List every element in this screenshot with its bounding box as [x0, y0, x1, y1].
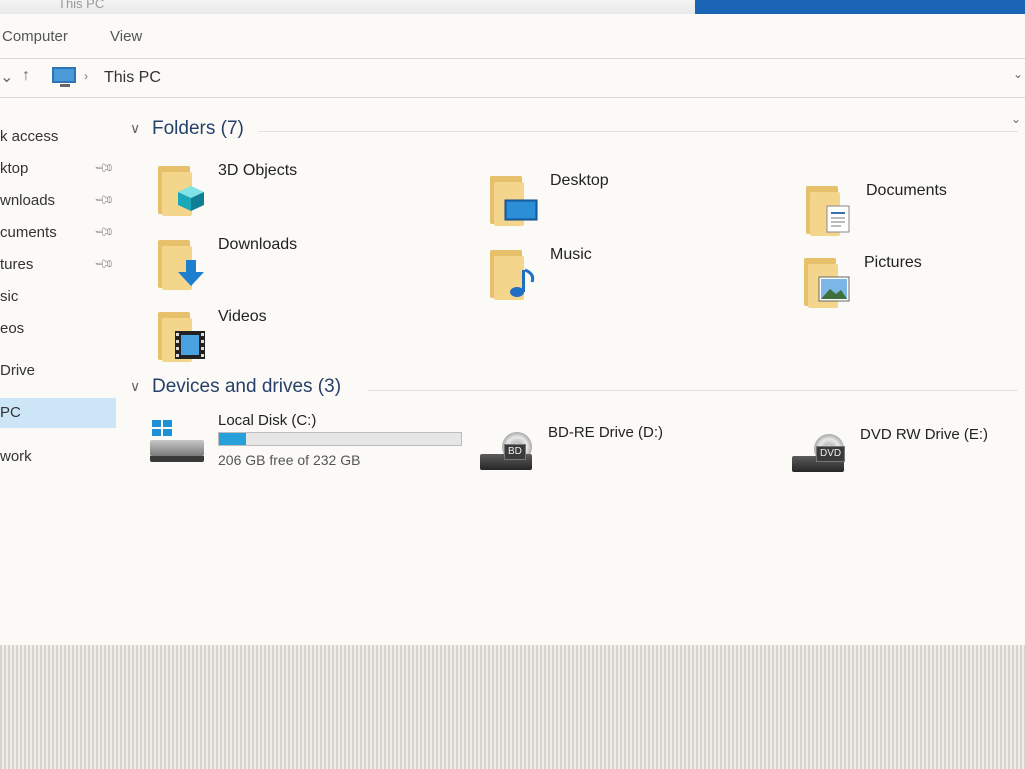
chevron-down-icon[interactable]: ∨	[130, 378, 140, 395]
folder-name: Desktop	[550, 172, 609, 189]
this-pc-icon	[52, 67, 76, 87]
folder-icon	[804, 254, 856, 310]
sidebar-item-music[interactable]: sic	[0, 282, 116, 312]
navigation-pane: k access ktop 📌︎ wnloads 📌︎ cuments 📌︎ t…	[0, 96, 118, 645]
drive-type-tag: BD	[504, 444, 526, 460]
download-arrow-icon	[178, 260, 204, 286]
sidebar-item-label: cuments	[0, 224, 57, 241]
folder-downloads[interactable]: Downloads	[158, 232, 418, 296]
folder-icon	[490, 172, 542, 228]
pin-icon: 📌︎	[93, 252, 116, 275]
folder-name: Pictures	[864, 254, 922, 271]
chevron-down-icon[interactable]: ∨	[130, 120, 140, 137]
ribbon: Computer View	[0, 22, 1025, 56]
sidebar-item-downloads[interactable]: wnloads 📌︎	[0, 186, 116, 216]
music-note-icon	[510, 268, 535, 297]
sidebar-item-this-pc[interactable]: PC	[0, 398, 116, 428]
windows-logo-icon	[152, 420, 174, 438]
drive-local-disk-c[interactable]: Local Disk (C:) 206 GB free of 232 GB	[150, 412, 480, 474]
drives-section-title: Devices and drives (3)	[152, 376, 342, 397]
sidebar-item-documents[interactable]: cuments 📌︎	[0, 218, 116, 248]
up-arrow-icon[interactable]: ↑	[22, 67, 30, 85]
sidebar-item-label: sic	[0, 288, 19, 305]
tab-computer[interactable]: Computer	[2, 28, 68, 45]
monitor-bezel	[0, 645, 1025, 769]
folder-icon	[158, 308, 210, 364]
sidebar-item-label: work	[0, 448, 32, 465]
bd-drive-icon: BD	[480, 432, 538, 476]
folder-name: Videos	[218, 308, 267, 325]
sidebar-item-label: tures	[0, 256, 34, 273]
document-icon	[826, 205, 850, 233]
drive-name: BD-RE Drive (D:)	[548, 424, 663, 441]
folder-name: Documents	[866, 182, 947, 199]
folder-pictures[interactable]: Pictures	[804, 250, 1025, 314]
sidebar-item-network[interactable]: work	[0, 442, 116, 472]
pin-icon: 📌︎	[93, 188, 116, 211]
address-bar: ⌄ ↑ › This PC ⌄	[0, 58, 1025, 98]
drive-type-tag: DVD	[816, 446, 846, 462]
folders-section-title: Folders (7)	[152, 118, 244, 139]
pin-icon: 📌︎	[93, 156, 116, 179]
folder-videos[interactable]: Videos	[158, 304, 418, 368]
sidebar-item-label: wnloads	[0, 192, 56, 209]
sidebar-item-pictures[interactable]: tures 📌︎	[0, 250, 116, 280]
folder-icon	[806, 182, 858, 238]
sidebar-item-onedrive[interactable]: Drive	[0, 356, 116, 386]
drive-name: DVD RW Drive (E:)	[860, 426, 989, 443]
dvd-drive-icon: DVD	[792, 434, 850, 478]
tab-view[interactable]: View	[110, 28, 142, 45]
picture-icon	[818, 276, 850, 302]
sidebar-item-label: eos	[0, 320, 25, 337]
folder-icon	[158, 236, 210, 292]
address-dropdown-icon[interactable]: ⌄	[1013, 67, 1023, 81]
window-title: This PC	[58, 0, 105, 11]
scroll-down-icon[interactable]: ⌄	[1011, 112, 1021, 126]
folder-icon	[158, 162, 210, 218]
cube-icon	[178, 186, 204, 211]
monitor-icon	[504, 199, 538, 221]
sidebar-item-videos[interactable]: eos	[0, 314, 116, 344]
hard-disk-icon	[150, 420, 208, 464]
section-divider	[258, 131, 1018, 132]
title-bar-accent	[695, 0, 1025, 14]
title-bar: This PC	[0, 0, 1025, 14]
pin-icon: 📌︎	[93, 220, 116, 243]
drive-dvd-rw-e[interactable]: DVD DVD RW Drive (E:)	[792, 426, 1025, 488]
disk-usage-bar	[218, 432, 462, 446]
folder-desktop[interactable]: Desktop	[490, 168, 750, 232]
section-divider	[368, 390, 1018, 391]
drive-free-space: 206 GB free of 232 GB	[218, 452, 361, 468]
sidebar-item-label: Drive	[0, 362, 36, 379]
drive-bd-re-d[interactable]: BD BD-RE Drive (D:)	[480, 424, 810, 486]
drive-name: Local Disk (C:)	[218, 412, 317, 429]
folder-music[interactable]: Music	[490, 242, 750, 306]
disk-usage-fill	[219, 433, 247, 445]
sidebar-item-label: PC	[0, 404, 21, 421]
folder-name: 3D Objects	[218, 162, 298, 179]
content-pane: ∨ Folders (7) 3D Objects Desktop Documen…	[118, 96, 1025, 645]
folder-name: Music	[550, 246, 592, 263]
film-icon	[175, 331, 205, 359]
file-explorer-window: This PC Computer View ⌄ ↑ › This PC ⌄ k …	[0, 0, 1025, 645]
folder-3d-objects[interactable]: 3D Objects	[158, 158, 418, 222]
sidebar-item-label: k access	[0, 128, 59, 145]
folder-documents[interactable]: Documents	[806, 178, 1025, 242]
breadcrumb-separator-icon[interactable]: ›	[84, 69, 88, 83]
folder-name: Downloads	[218, 236, 298, 253]
folder-icon	[490, 246, 542, 302]
breadcrumb-this-pc[interactable]: This PC	[104, 69, 161, 87]
sidebar-item-quick-access[interactable]: k access	[0, 122, 116, 152]
sidebar-item-desktop[interactable]: ktop 📌︎	[0, 154, 116, 184]
sidebar-item-label: ktop	[0, 160, 29, 177]
recent-locations-icon[interactable]: ⌄	[0, 67, 13, 87]
